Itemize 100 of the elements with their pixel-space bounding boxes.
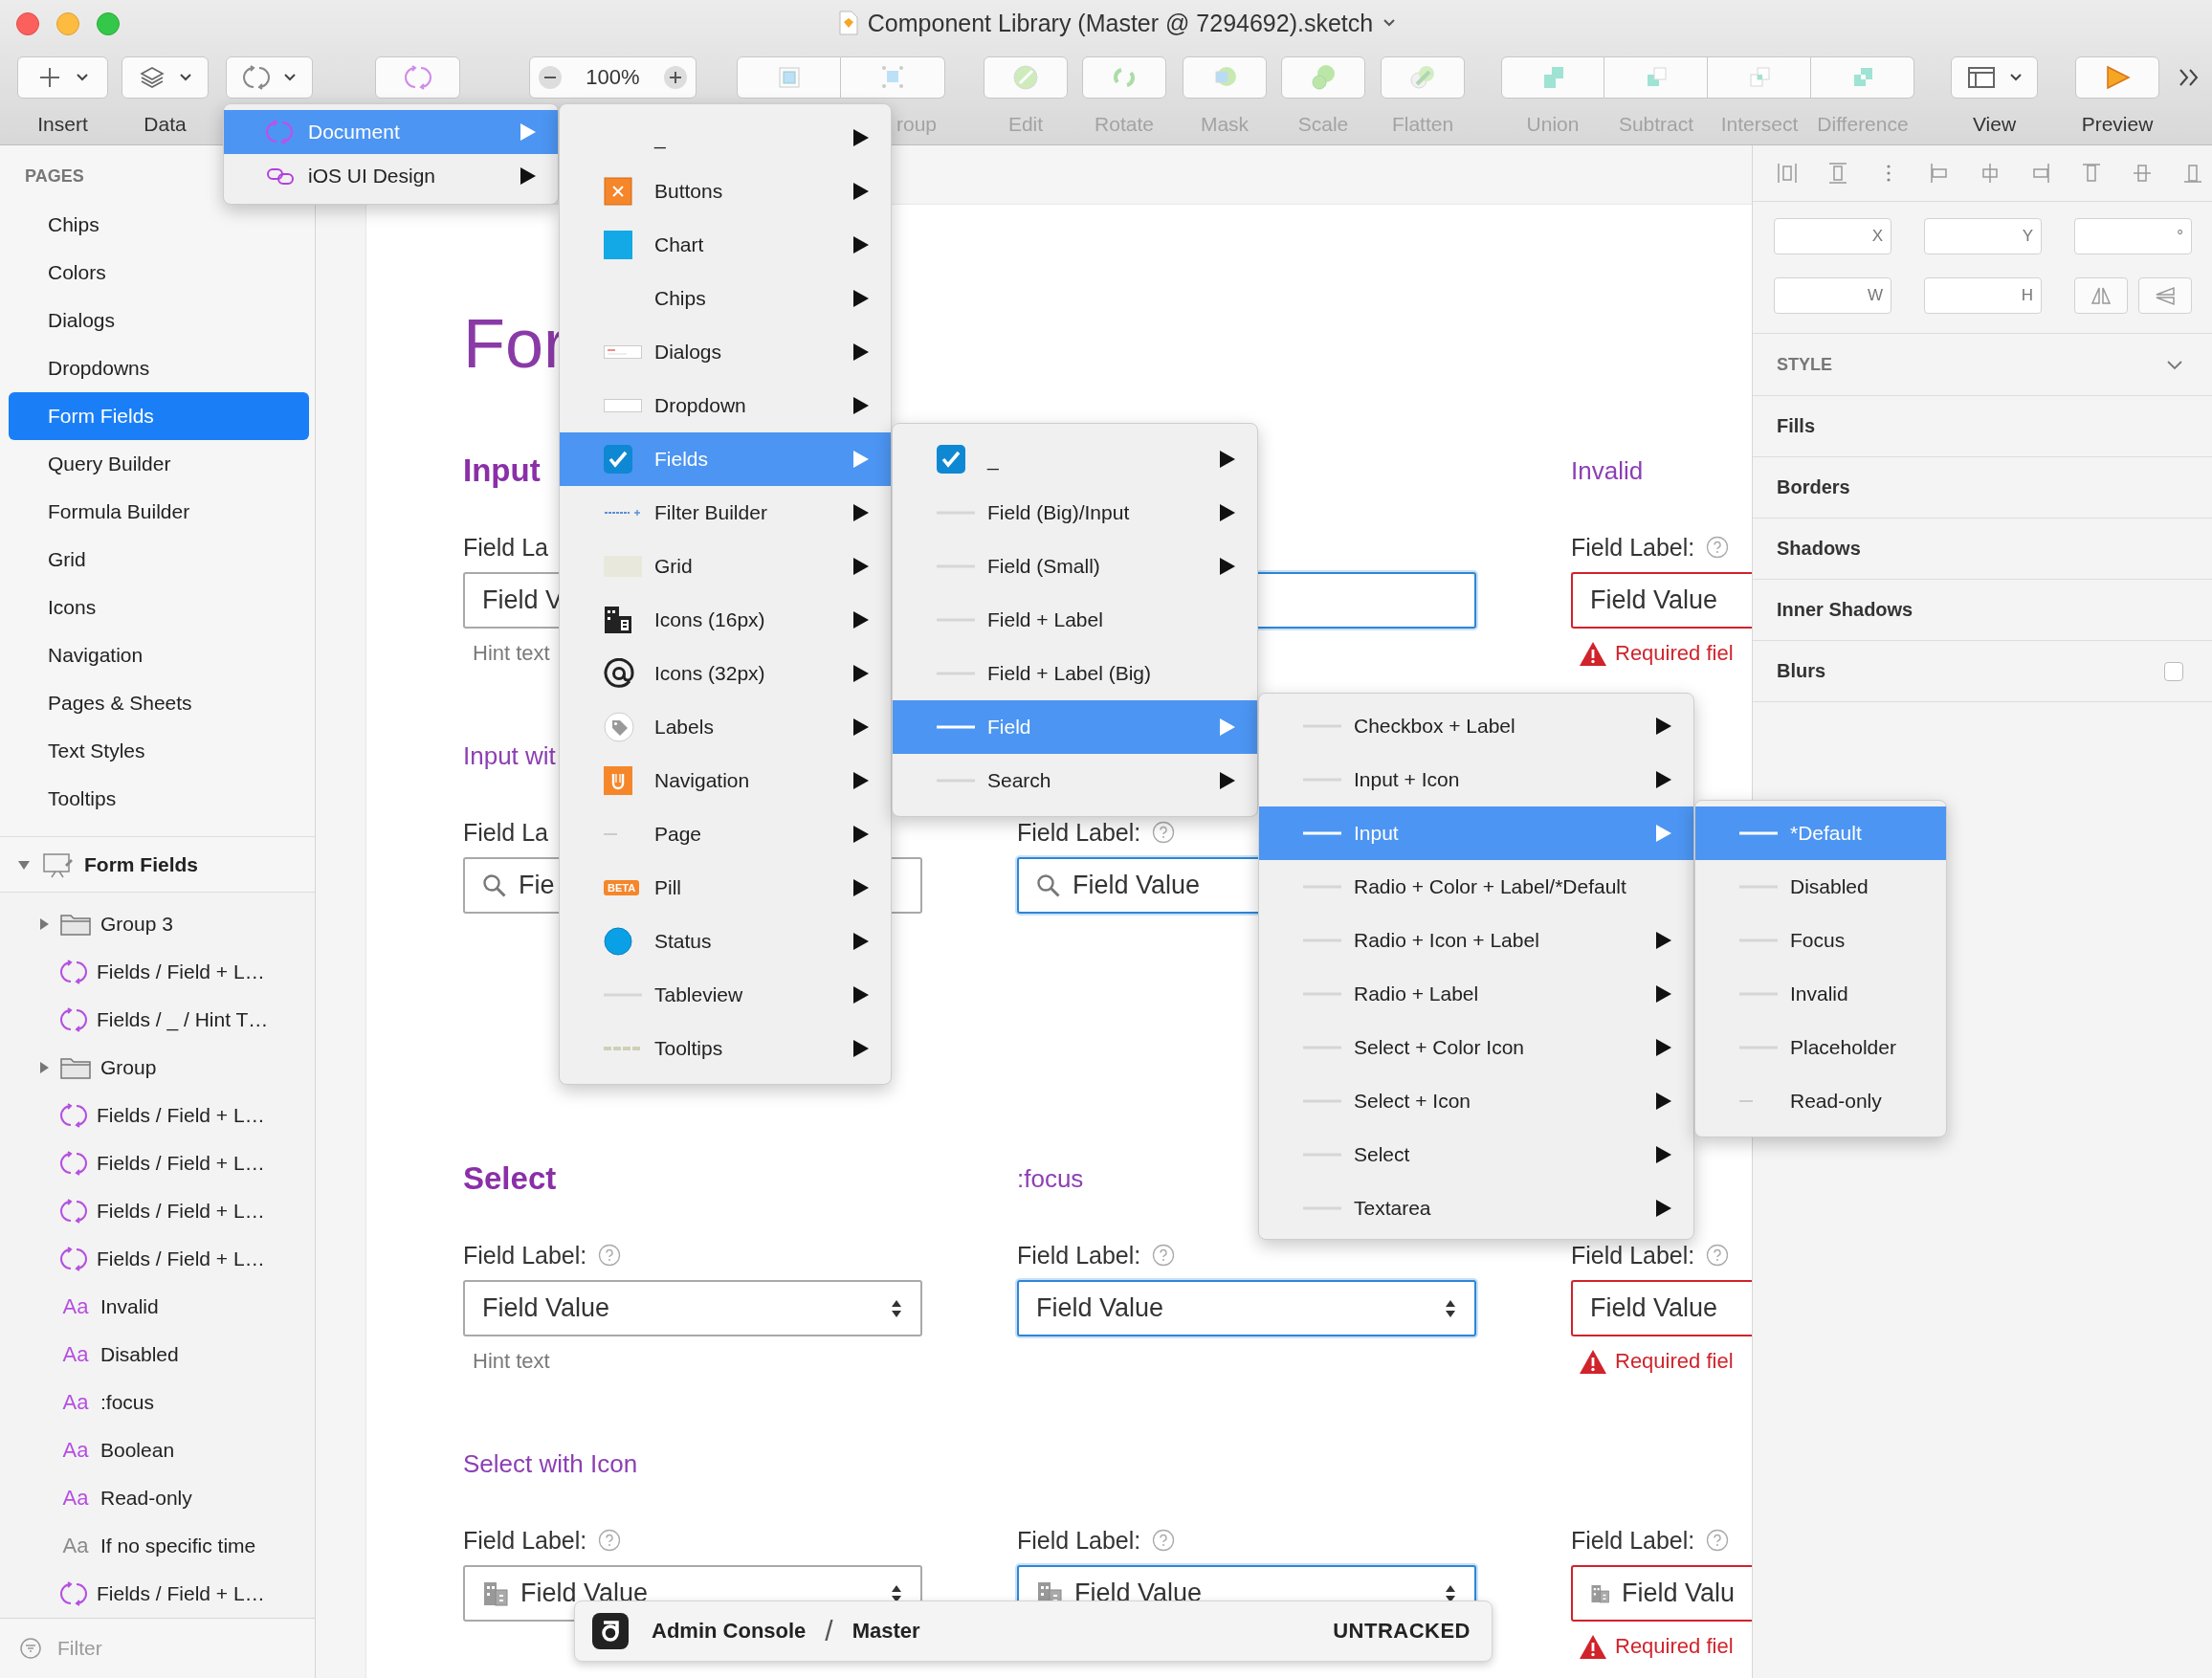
menu-item[interactable]: Select + Icon	[1259, 1074, 1693, 1128]
menu-item[interactable]: Input + Icon	[1259, 753, 1693, 806]
menu-item[interactable]: Page	[560, 807, 891, 861]
sidebar-item[interactable]: Tooltips	[9, 775, 309, 823]
layer-item[interactable]: Fields / Field + L…	[0, 948, 315, 996]
menu-item[interactable]: Tooltips	[560, 1022, 891, 1075]
menu-item[interactable]: Radio + Label	[1259, 967, 1693, 1021]
sidebar-item[interactable]: Icons	[9, 584, 309, 631]
close-button[interactable]	[16, 12, 39, 35]
align-center-icon[interactable]	[1980, 162, 2001, 185]
number-field[interactable]: W	[1774, 277, 1891, 314]
toolbar-button[interactable]	[1708, 56, 1811, 99]
style-section-label[interactable]: Inner Shadows	[1777, 599, 1913, 621]
menu-item[interactable]: _	[560, 111, 891, 165]
flip-vertical-button[interactable]	[2138, 277, 2192, 314]
sidebar-item[interactable]: Form Fields	[9, 392, 309, 440]
menu-item[interactable]: Icons (16px)	[560, 593, 891, 647]
menu-item[interactable]: Checkbox + Label	[1259, 699, 1693, 753]
toolbar-button[interactable]	[1501, 56, 1604, 99]
sidebar-item[interactable]: Colors	[9, 249, 309, 297]
help-icon[interactable]	[1706, 1529, 1730, 1552]
toolbar-button[interactable]	[737, 56, 841, 99]
minimize-button[interactable]	[56, 12, 79, 35]
layer-item[interactable]: Group 3	[0, 900, 315, 948]
distribute-horizontal-icon[interactable]	[1777, 162, 1798, 185]
layer-item[interactable]: Aa Read-only	[0, 1474, 315, 1522]
menu-item[interactable]: Field + Label	[893, 593, 1257, 647]
toolbar-dropdown[interactable]	[122, 56, 209, 99]
number-field[interactable]: Y	[1924, 218, 2042, 254]
chevron-icon[interactable]	[2166, 359, 2183, 370]
zoom-out-icon[interactable]	[538, 65, 563, 90]
menu-item[interactable]: Tableview	[560, 968, 891, 1022]
layer-item[interactable]: Aa Disabled	[0, 1331, 315, 1379]
toolbar-button[interactable]	[1604, 56, 1708, 99]
menu-item[interactable]: _	[893, 432, 1257, 486]
help-icon[interactable]	[1152, 821, 1176, 844]
select-field[interactable]: Field Value	[1571, 1280, 1752, 1336]
toolbar-button[interactable]	[1811, 56, 1914, 99]
filter-field[interactable]: Filter	[55, 1636, 251, 1661]
select-field[interactable]: Field Value	[463, 1280, 922, 1336]
sidebar-item[interactable]: Pages & Sheets	[9, 679, 309, 727]
sidebar-item[interactable]: Navigation	[9, 631, 309, 679]
style-section-label[interactable]: Blurs	[1777, 660, 1826, 682]
toolbar-button[interactable]	[1281, 56, 1365, 99]
layer-item[interactable]: Fields / Field + L…	[0, 1139, 315, 1187]
layer-item[interactable]: Aa :focus	[0, 1379, 315, 1426]
layer-item[interactable]: Aa Boolean	[0, 1426, 315, 1474]
menu-item[interactable]: Chart	[560, 218, 891, 272]
menu-item[interactable]: Field + Label (Big)	[893, 647, 1257, 700]
toolbar-dropdown[interactable]	[17, 56, 108, 99]
help-icon[interactable]	[1152, 1529, 1176, 1552]
select-field[interactable]: Field Value	[1017, 1280, 1476, 1336]
toolbar-button[interactable]	[984, 56, 1068, 99]
number-field[interactable]: H	[1924, 277, 2042, 314]
align-middle-icon[interactable]	[2132, 162, 2153, 185]
align-bottom-icon[interactable]	[2182, 162, 2203, 185]
help-icon[interactable]	[598, 1529, 622, 1552]
menu-item[interactable]: Textarea	[1259, 1181, 1693, 1235]
toolbar-button[interactable]	[1381, 56, 1465, 99]
number-field[interactable]: °	[2074, 218, 2192, 254]
style-section-label[interactable]: Fills	[1777, 415, 1815, 437]
menu-item[interactable]: Disabled	[1695, 860, 1946, 914]
sidebar-item[interactable]: Chips	[9, 201, 309, 249]
help-icon[interactable]	[598, 1244, 622, 1267]
menu-item[interactable]: Filter Builder	[560, 486, 891, 540]
toolbar-button[interactable]	[841, 56, 945, 99]
text-field[interactable]: Field Value	[1571, 572, 1752, 629]
menu-item[interactable]: Grid	[560, 540, 891, 593]
toolbar-button[interactable]	[1082, 56, 1166, 99]
menu-item[interactable]: Icons (32px)	[560, 647, 891, 700]
style-section-label[interactable]: Borders	[1777, 476, 1850, 498]
zoom-in-icon[interactable]	[663, 65, 688, 90]
toolbar-dropdown[interactable]	[1951, 56, 2038, 99]
help-icon[interactable]	[1706, 1244, 1730, 1267]
layer-item[interactable]: Fields / Field + L…	[0, 1235, 315, 1283]
caret-icon[interactable]	[1382, 18, 1397, 28]
help-icon[interactable]	[1706, 536, 1730, 559]
align-top-icon[interactable]	[2081, 162, 2102, 185]
toolbar-button[interactable]	[2075, 56, 2159, 99]
zoom-button[interactable]	[97, 12, 120, 35]
menu-item[interactable]: Dropdown	[560, 379, 891, 432]
sidebar-item[interactable]: Formula Builder	[9, 488, 309, 536]
layer-item[interactable]: Fields / _ / Hint T…	[0, 996, 315, 1044]
menu-item[interactable]: Buttons	[560, 165, 891, 218]
menu-item[interactable]: Status	[560, 915, 891, 968]
disclosure-triangle-icon[interactable]	[37, 1061, 51, 1074]
checkbox[interactable]	[2164, 661, 2183, 681]
menu-item[interactable]: Field (Big)/Input	[893, 486, 1257, 540]
layer-item[interactable]: Group	[0, 1044, 315, 1092]
align-left-icon[interactable]	[1929, 162, 1950, 185]
menu-item[interactable]: Navigation	[560, 754, 891, 807]
menu-item[interactable]: Placeholder	[1695, 1021, 1946, 1074]
sidebar-item[interactable]: Text Styles	[9, 727, 309, 775]
menu-item[interactable]: Select	[1259, 1128, 1693, 1181]
align-right-icon[interactable]	[2030, 162, 2051, 185]
menu-item[interactable]: Select + Color Icon	[1259, 1021, 1693, 1074]
toolbar-button[interactable]	[1183, 56, 1267, 99]
layer-item[interactable]: Fields / Field + L…	[0, 1092, 315, 1139]
disclosure-triangle-icon[interactable]	[37, 917, 51, 931]
menu-item[interactable]: Field (Small)	[893, 540, 1257, 593]
